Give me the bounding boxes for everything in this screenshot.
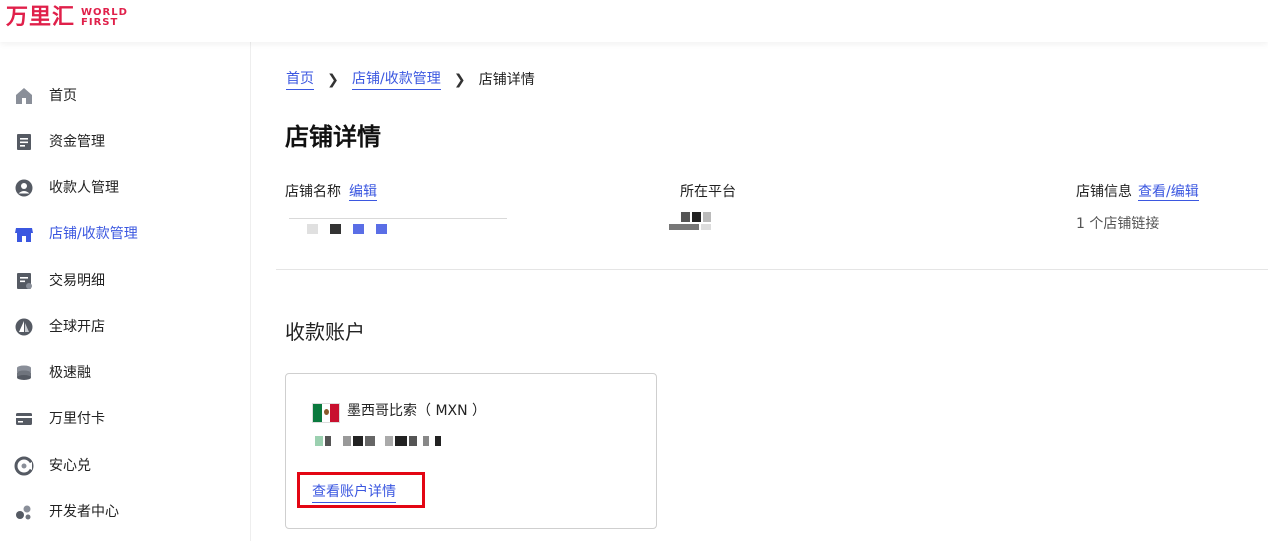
sidebar-item-label: 极速融 <box>49 365 91 381</box>
sidebar-item-label: 资金管理 <box>49 134 105 150</box>
coins-icon <box>17 365 31 380</box>
sailboat-icon <box>15 318 33 336</box>
worldfirst-logo[interactable]: 万里汇 WORLD FIRST <box>6 4 128 32</box>
sidebar-item-label: 万里付卡 <box>49 411 105 427</box>
breadcrumb: 首页 ❯ 店铺/收款管理 ❯ 店铺详情 <box>286 69 535 90</box>
sidebar-item-label: 全球开店 <box>49 319 105 335</box>
sidebar-item-label: 首页 <box>49 88 77 104</box>
exchange-icon <box>14 456 34 476</box>
view-account-details-link[interactable]: 查看账户详情 <box>312 482 396 503</box>
sidebar-item-transactions[interactable]: 交易明细 <box>0 263 250 299</box>
redacted-platform-row2 <box>669 222 723 232</box>
home-icon <box>16 88 32 104</box>
sidebar-item-payees[interactable]: 收款人管理 <box>0 170 250 206</box>
sidebar-item-label: 交易明细 <box>49 273 105 289</box>
sidebar-item-fast-finance[interactable]: 极速融 <box>0 355 250 391</box>
sidebar-item-exchange[interactable]: 安心兑 <box>0 448 250 484</box>
sidebar-item-funds[interactable]: 资金管理 <box>0 124 250 160</box>
account-card: 墨西哥比索（ MXN ） 查看账户详情 <box>285 373 657 529</box>
sidebar-item-developer[interactable]: 开发者中心 <box>0 494 250 530</box>
sidebar-item-label: 开发者中心 <box>49 504 119 520</box>
ledger-icon <box>17 134 31 150</box>
section-divider <box>276 269 1268 270</box>
sidebar-nav: 首页 资金管理 收款人管理 店铺/收款管理 交易明细 全球开店 极速融 万里付卡… <box>0 42 251 541</box>
redacted-store-name <box>307 224 399 234</box>
card-icon <box>16 413 32 425</box>
store-icon <box>15 228 33 242</box>
account-currency: 墨西哥比索（ MXN ） <box>347 403 487 419</box>
user-icon <box>15 179 33 197</box>
sidebar-item-global-store[interactable]: 全球开店 <box>0 309 250 345</box>
platform-field: 所在平台 <box>680 182 736 202</box>
sidebar-item-card[interactable]: 万里付卡 <box>0 401 250 437</box>
main-content: 首页 ❯ 店铺/收款管理 ❯ 店铺详情 店铺详情 店铺名称 编辑 所在平台 店铺信… <box>251 42 1268 541</box>
store-info-field: 店铺信息 查看/编辑 <box>1076 182 1199 202</box>
sidebar-item-label: 店铺/收款管理 <box>49 226 138 242</box>
breadcrumb-home-link[interactable]: 首页 <box>286 69 314 90</box>
receiving-accounts-title: 收款账户 <box>285 320 365 344</box>
sidebar-item-label: 安心兑 <box>49 458 91 474</box>
chevron-right-icon: ❯ <box>327 71 339 88</box>
store-info-label: 店铺信息 <box>1076 184 1132 200</box>
store-name-field: 店铺名称 编辑 <box>285 182 377 202</box>
sidebar-item-store-management[interactable]: 店铺/收款管理 <box>0 216 250 252</box>
chevron-right-icon: ❯ <box>453 71 466 88</box>
mexico-flag-icon <box>312 403 340 423</box>
logo-chinese-text: 万里汇 <box>6 5 76 30</box>
store-name-edit-link[interactable]: 编辑 <box>349 184 377 201</box>
page-title: 店铺详情 <box>285 123 381 151</box>
view-edit-link[interactable]: 查看/编辑 <box>1138 184 1199 201</box>
redacted-account-number <box>315 436 453 446</box>
platform-label: 所在平台 <box>680 184 736 200</box>
redacted-platform <box>681 212 723 222</box>
breadcrumb-current: 店铺详情 <box>478 71 535 88</box>
transactions-icon <box>17 273 32 289</box>
sidebar-item-label: 收款人管理 <box>49 180 119 196</box>
developer-icon <box>16 505 31 520</box>
breadcrumb-store-management-link[interactable]: 店铺/收款管理 <box>352 69 441 90</box>
logo-en-line2: FIRST <box>81 17 119 28</box>
redacted-store-name-underline <box>289 218 507 219</box>
store-name-label: 店铺名称 <box>285 184 341 200</box>
logo-english-text: WORLD FIRST <box>81 8 128 28</box>
sidebar-item-home[interactable]: 首页 <box>0 78 250 114</box>
top-header: 万里汇 WORLD FIRST <box>0 0 1268 42</box>
store-links-count: 1 个店铺链接 <box>1076 216 1160 232</box>
